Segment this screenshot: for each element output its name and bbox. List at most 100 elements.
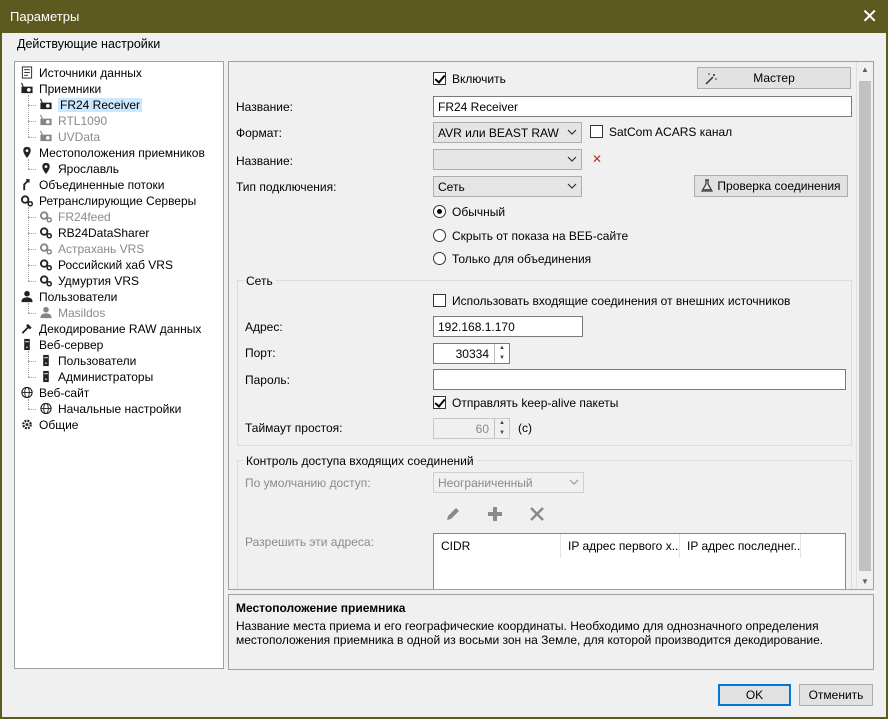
port-stepper[interactable]: 30334 ▲ ▼ (433, 343, 510, 364)
merge-icon (20, 178, 34, 191)
conn-type-label: Тип подключения: (236, 180, 337, 194)
tree-item[interactable]: Удмуртия VRS (39, 273, 139, 289)
satcom-checkbox[interactable]: SatCom ACARS канал (590, 125, 732, 141)
default-access-label: По умолчанию доступ: (245, 476, 371, 490)
tree-item[interactable]: FR24feed (39, 209, 111, 225)
tree-item-label: Начальные настройки (58, 402, 182, 416)
tree-item[interactable]: RTL1090 (39, 113, 107, 129)
test-connection-button[interactable]: Проверка соединения (694, 175, 848, 197)
description-text: Название места приема и его географическ… (236, 619, 824, 647)
incoming-label: Использовать входящие соединения от внеш… (452, 294, 791, 308)
tree-item[interactable]: Приемники (20, 81, 101, 97)
tree-item[interactable]: Ярославль (39, 161, 119, 177)
radio-merge-only-dot[interactable] (433, 252, 446, 265)
tree-item-label: UVData (58, 130, 101, 144)
address-grid[interactable]: CIDR IP адрес первого х... IP адрес посл… (433, 533, 846, 589)
tree-item[interactable]: Начальные настройки (39, 401, 181, 417)
radio-hide-dot[interactable] (433, 229, 446, 242)
wizard-button[interactable]: Мастер (697, 67, 851, 89)
radio-normal-label: Обычный (452, 205, 506, 219)
tree-item[interactable]: Общие (20, 417, 78, 433)
description-panel: Местоположение приемника Название места … (228, 594, 874, 670)
scrollbar-thumb[interactable] (859, 81, 871, 571)
tree-item-label: Российский хаб VRS (58, 258, 173, 272)
wizard-label: Мастер (753, 71, 795, 85)
keepalive-checkbox[interactable]: Отправлять keep-alive пакеты (433, 396, 618, 412)
tree-item[interactable]: Пользователи (20, 289, 117, 305)
port-spinner[interactable]: ▲ ▼ (494, 344, 509, 363)
gears-icon (39, 274, 53, 287)
address-input[interactable]: 192.168.1.170 (433, 316, 583, 337)
tree-item-label: Веб-сервер (39, 338, 104, 352)
tree-connector (28, 233, 36, 234)
scroll-down-icon[interactable]: ▼ (861, 577, 869, 586)
tree-item[interactable]: Российский хаб VRS (39, 257, 173, 273)
close-icon[interactable]: ✕ (861, 4, 878, 29)
enable-checkbox-box[interactable] (433, 72, 446, 85)
tree-item[interactable]: RB24DataSharer (39, 225, 149, 241)
tree-item-label: Декодирование RAW данных (39, 322, 202, 336)
settings-tree[interactable]: Источники данных Приемники FR24 Receiver RT… (14, 61, 224, 669)
clear-icon[interactable]: ✕ (592, 152, 602, 166)
plus-icon[interactable] (486, 505, 504, 523)
cancel-button[interactable]: Отменить (799, 684, 873, 706)
tree-item[interactable]: Пользователи (39, 353, 136, 369)
tree-item[interactable]: FR24 Receiver (39, 97, 143, 113)
format-value: AVR или BEAST RAW (438, 126, 559, 140)
incoming-checkbox[interactable]: Использовать входящие соединения от внеш… (433, 294, 790, 310)
tree-item-label: Местоположения приемников (39, 146, 205, 160)
pencil-icon[interactable] (444, 505, 462, 523)
tree-item[interactable]: Источники данных (20, 65, 142, 81)
server-icon (20, 338, 34, 351)
ok-button[interactable]: OK (718, 684, 791, 706)
timeout-value: 60 (475, 422, 489, 436)
grid-header-first-ip[interactable]: IP адрес первого х... (561, 534, 680, 558)
tree-item[interactable]: Астрахань VRS (39, 241, 144, 257)
radio-normal[interactable]: Обычный (433, 205, 505, 221)
tree-item[interactable]: Объединенные потоки (20, 177, 165, 193)
grid-header-last-ip[interactable]: IP адрес последнег... (680, 534, 801, 558)
radio-normal-dot[interactable] (433, 205, 446, 218)
enable-checkbox[interactable]: Включить (433, 72, 506, 88)
conn-type-value: Сеть (438, 180, 465, 194)
format-dropdown[interactable]: AVR или BEAST RAW (433, 122, 582, 143)
password-input[interactable] (433, 369, 846, 390)
radio-hide[interactable]: Скрыть от показа на ВЕБ-сайте (433, 229, 628, 245)
tree-item[interactable]: Администраторы (39, 369, 153, 385)
receiver-icon (39, 130, 53, 143)
grid-header-cidr[interactable]: CIDR (434, 534, 561, 558)
window-title: Параметры (10, 9, 80, 24)
incoming-checkbox-box[interactable] (433, 294, 446, 307)
timeout-stepper[interactable]: 60 ▲ ▼ (433, 418, 510, 439)
tree-item[interactable]: Masildos (39, 305, 105, 321)
globe-icon (39, 402, 53, 415)
spin-down-icon[interactable]: ▼ (495, 354, 509, 364)
timeout-spinner[interactable]: ▲ ▼ (494, 419, 509, 438)
spin-down-icon[interactable]: ▼ (495, 429, 509, 439)
tree-connector (28, 95, 29, 137)
spin-up-icon[interactable]: ▲ (495, 344, 509, 354)
default-access-dropdown[interactable]: Неограниченный (433, 472, 584, 493)
panel-scrollbar[interactable]: ▲ ▼ (856, 62, 873, 589)
tree-item[interactable]: Декодирование RAW данных (20, 321, 201, 337)
radio-merge-only[interactable]: Только для объединения (433, 252, 591, 268)
tree-item[interactable]: Местоположения приемников (20, 145, 205, 161)
tree-item[interactable]: Ретранслирующие Серверы (20, 193, 196, 209)
name-input[interactable]: FR24 Receiver (433, 96, 852, 117)
server-icon (39, 354, 53, 367)
name2-dropdown[interactable] (433, 149, 582, 170)
satcom-checkbox-box[interactable] (590, 125, 603, 138)
tree-item[interactable]: UVData (39, 129, 100, 145)
tree-connector (28, 313, 36, 314)
globe-icon (20, 386, 34, 399)
keepalive-checkbox-box[interactable] (433, 396, 446, 409)
spin-up-icon[interactable]: ▲ (495, 419, 509, 429)
conn-type-dropdown[interactable]: Сеть (433, 176, 582, 197)
tree-item[interactable]: Веб-сервер (20, 337, 103, 353)
user-icon (20, 290, 34, 303)
delete-icon[interactable] (528, 505, 546, 523)
tree-connector (28, 351, 29, 377)
tree-item[interactable]: Веб-сайт (20, 385, 89, 401)
scroll-up-icon[interactable]: ▲ (861, 65, 869, 74)
enable-label: Включить (452, 72, 506, 86)
